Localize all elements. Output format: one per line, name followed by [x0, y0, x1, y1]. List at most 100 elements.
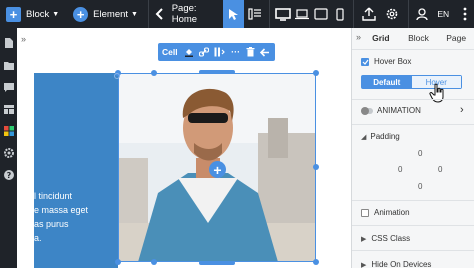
fill-button[interactable]: [184, 46, 196, 58]
sidebar-pages-button[interactable]: [0, 32, 17, 54]
blue-column[interactable]: l tincidunt e massa eget as purus a.: [34, 73, 118, 268]
layers-icon: [248, 8, 262, 20]
plus-icon: +: [6, 6, 21, 22]
editor-canvas[interactable]: » l tincidunt e massa eget as purus a. +…: [17, 28, 351, 268]
divider: [352, 250, 474, 251]
collapse-panel-icon[interactable]: »: [356, 32, 361, 42]
chevron-down-icon: ▼: [52, 10, 60, 18]
padding-right-value[interactable]: 0: [438, 165, 442, 174]
column-layout-button[interactable]: [213, 46, 227, 58]
user-icon: [416, 7, 428, 20]
add-element-label: Element: [93, 8, 129, 20]
resize-handle[interactable]: [313, 70, 319, 76]
divider: [352, 124, 474, 125]
divider: [407, 0, 409, 28]
animation-checkbox[interactable]: [361, 208, 369, 217]
css-class-row[interactable]: ▶ CSS Class: [361, 234, 474, 243]
layout-icon: [3, 104, 14, 114]
language-button[interactable]: EN: [437, 0, 449, 28]
sidebar-help-button[interactable]: ?: [0, 164, 17, 186]
paint-bucket-icon: [185, 49, 194, 57]
trash-icon: [246, 47, 255, 57]
more-button[interactable]: ···: [230, 46, 242, 58]
more-vertical-icon: [463, 7, 467, 21]
columns-icon: [214, 47, 226, 57]
chevron-right-icon: ›: [460, 104, 464, 116]
add-element-button[interactable]: +: [209, 161, 226, 178]
check-icon: [362, 59, 368, 65]
chevron-down-icon: ▼: [131, 10, 138, 18]
gear-icon: [3, 148, 14, 158]
resize-handle[interactable]: [313, 259, 319, 265]
left-sidebar: ?: [0, 28, 17, 268]
link-icon: [199, 47, 210, 57]
select-parent-button[interactable]: [259, 46, 271, 58]
apps-icon: [3, 126, 14, 136]
back-button[interactable]: [151, 0, 170, 28]
tablet-view-button[interactable]: [311, 0, 330, 28]
user-button[interactable]: [412, 0, 431, 28]
padding-bottom-value[interactable]: 0: [418, 182, 422, 191]
upload-icon: [362, 7, 376, 21]
hover-box-row: Hover Box: [361, 57, 474, 66]
move-handle[interactable]: [199, 70, 235, 74]
mobile-icon: [335, 7, 344, 21]
corner-handle-icon[interactable]: [113, 67, 121, 79]
mobile-view-button[interactable]: [330, 0, 349, 28]
resize-handle[interactable]: [115, 259, 121, 265]
padding-row: ◢ Padding: [361, 132, 474, 141]
hover-box-checkbox[interactable]: [361, 57, 369, 66]
padding-label: Padding: [370, 132, 400, 141]
animation-section-row[interactable]: ANIMATION ›: [361, 104, 474, 116]
sidebar-settings-button[interactable]: [0, 142, 17, 164]
settings-button[interactable]: [383, 0, 402, 28]
add-element-button[interactable]: + Element ▼: [73, 0, 138, 28]
tab-page[interactable]: Page: [437, 33, 474, 43]
body-text-line: as purus: [34, 219, 69, 229]
sidebar-layout-button[interactable]: [0, 98, 17, 120]
padding-left-value[interactable]: 0: [398, 165, 402, 174]
animation-section-label: ANIMATION: [377, 106, 421, 115]
select-mode-button[interactable]: [223, 0, 244, 28]
sidebar-comments-button[interactable]: [0, 76, 17, 98]
language-label: EN: [437, 9, 450, 19]
cursor-icon: [229, 9, 239, 20]
collapse-arrow-icon[interactable]: »: [21, 34, 26, 44]
state-default-button[interactable]: Default: [362, 76, 412, 88]
laptop-view-button[interactable]: [292, 0, 311, 28]
plus-circle-icon: +: [73, 6, 89, 22]
sidebar-files-button[interactable]: [0, 54, 17, 76]
tab-block[interactable]: Block: [400, 33, 438, 43]
cell-toolbar: Cell ···: [158, 43, 275, 61]
comment-icon: [3, 82, 14, 92]
help-icon: ?: [3, 170, 14, 180]
delete-button[interactable]: [245, 46, 257, 58]
body-text-line: a.: [34, 233, 42, 243]
animation-check-row: Animation: [361, 208, 474, 217]
more-button[interactable]: [455, 0, 474, 28]
properties-panel: » Grid Block Page Hover Box Default Hove…: [351, 28, 474, 269]
desktop-view-button[interactable]: [273, 0, 292, 28]
link-button[interactable]: [198, 46, 210, 58]
move-handle[interactable]: [199, 261, 235, 265]
folder-icon: [3, 61, 14, 70]
caret-right-icon: ▶: [361, 235, 367, 243]
tab-grid[interactable]: Grid: [362, 33, 400, 43]
padding-top-value[interactable]: 0: [418, 149, 422, 158]
sidebar-apps-button[interactable]: [0, 120, 17, 142]
animation-toggle[interactable]: [361, 106, 373, 115]
cell-label: Cell: [162, 47, 178, 57]
page-label: Page: Home: [171, 3, 198, 25]
divider: [268, 0, 270, 28]
chevron-left-icon: [155, 8, 163, 20]
publish-button[interactable]: [360, 0, 379, 28]
add-block-button[interactable]: + Block ▼: [6, 0, 59, 28]
layers-button[interactable]: [246, 0, 265, 28]
resize-handle[interactable]: [151, 70, 157, 76]
rotate-icon: [114, 73, 120, 79]
page-selector[interactable]: Page: Home: [172, 0, 217, 28]
resize-handle[interactable]: [313, 164, 319, 170]
svg-text:?: ?: [6, 171, 11, 180]
add-block-label: Block: [26, 8, 50, 20]
resize-handle[interactable]: [151, 259, 157, 265]
